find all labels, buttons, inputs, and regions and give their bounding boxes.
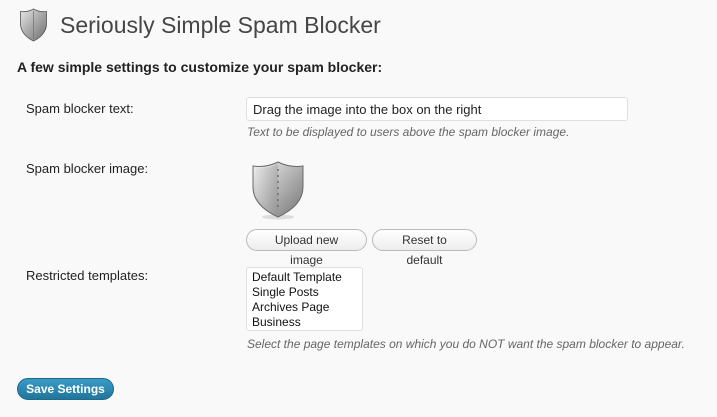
templates-label: Restricted templates: [26,268,149,283]
spam-text-input[interactable] [246,97,628,121]
shield-icon [252,161,304,220]
template-option[interactable]: Business [252,315,357,330]
template-option[interactable]: Default Template [252,270,357,285]
settings-page: Seriously Simple Spam Blocker A few simp… [0,0,717,417]
spam-image-label: Spam blocker image: [26,161,149,176]
upload-image-button[interactable]: Upload new image [246,229,367,267]
templates-description: Select the page templates on which you d… [247,337,685,351]
reset-default-button[interactable]: Reset to default [372,229,477,267]
template-option[interactable]: Single Posts [252,285,357,300]
shield-icon [20,8,47,42]
spam-text-description: Text to be displayed to users above the … [247,125,570,139]
save-settings-button[interactable]: Save Settings [17,378,114,400]
template-option[interactable]: Archives Page [252,300,357,315]
spam-text-label: Spam blocker text: [26,101,134,116]
settings-heading: A few simple settings to customize your … [17,59,383,75]
page-title: Seriously Simple Spam Blocker [60,12,381,38]
templates-multiselect[interactable]: Default Template Single Posts Archives P… [246,267,363,331]
